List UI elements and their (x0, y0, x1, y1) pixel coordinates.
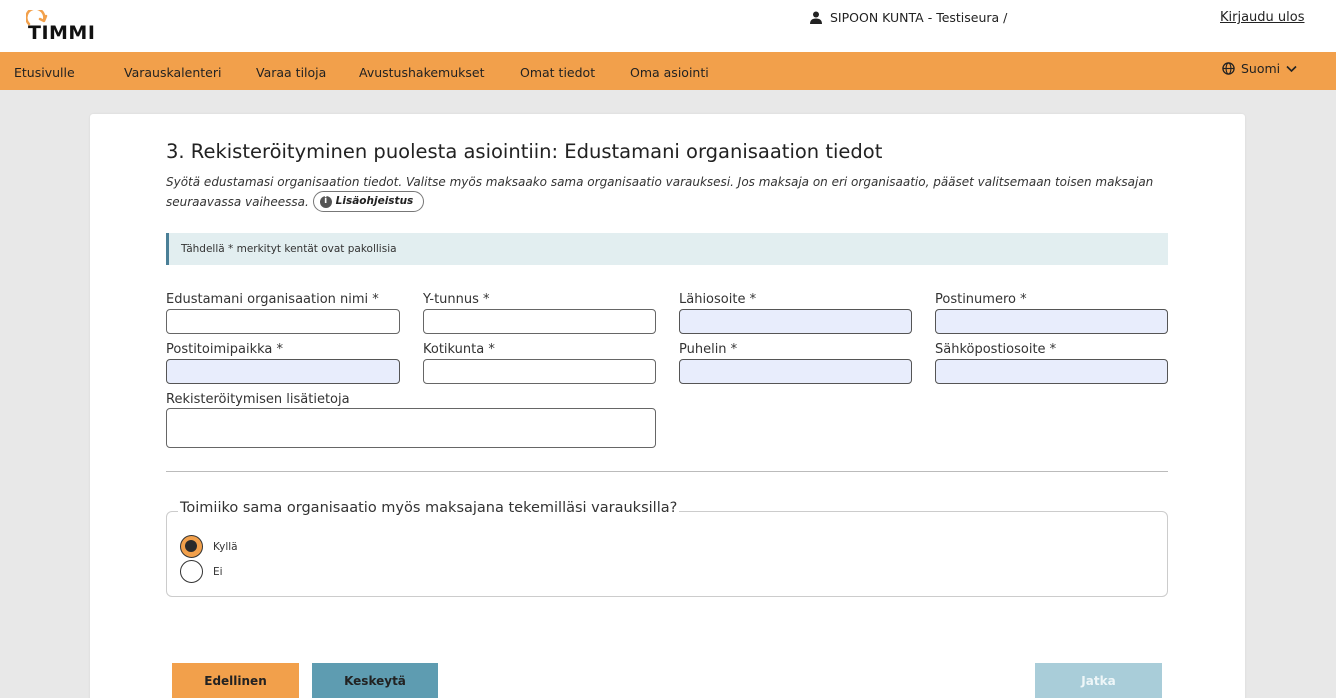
phone-input[interactable] (679, 359, 912, 384)
info-icon: i (319, 195, 332, 208)
street-address-label: Lähiosoite * (679, 292, 757, 307)
radio-no[interactable] (180, 560, 203, 583)
intro-text: Syötä edustamasi organisaation tiedot. V… (166, 173, 1166, 213)
postal-code-input[interactable] (935, 309, 1168, 334)
radio-yes-label: Kyllä (213, 540, 238, 553)
nav-item-home[interactable]: Etusivulle (14, 65, 75, 80)
main-navigation: Etusivulle Varauskalenteri Varaa tiloja … (0, 52, 1336, 90)
email-input[interactable] (935, 359, 1168, 384)
required-fields-notice: Tähdellä * merkityt kentät ovat pakollis… (166, 233, 1168, 265)
nav-item-calendar[interactable]: Varauskalenteri (124, 65, 221, 80)
payer-question: Toimiiko sama organisaatio myös maksajan… (178, 500, 680, 516)
help-button[interactable]: i Lisäohjeistus (312, 191, 425, 212)
business-id-input[interactable] (423, 309, 656, 334)
radio-no-label: Ei (213, 565, 223, 578)
help-button-label: Lisäohjeistus (335, 195, 414, 207)
logout-link[interactable]: Kirjaudu ulos (1220, 10, 1305, 25)
top-header: TIMMI SIPOON KUNTA - Testiseura / Kirjau… (0, 0, 1336, 52)
previous-button[interactable]: Edellinen (172, 663, 299, 698)
globe-icon (1222, 62, 1235, 75)
city-label: Postitoimipaikka * (166, 342, 284, 357)
nav-item-my-services[interactable]: Oma asiointi (630, 65, 709, 80)
registration-form-card: 3. Rekisteröityminen puolesta asiointiin… (90, 114, 1245, 698)
cancel-button[interactable]: Keskeytä (312, 663, 438, 698)
org-name-label: Edustamani organisaation nimi * (166, 292, 379, 307)
additional-info-textarea[interactable] (166, 408, 656, 448)
chevron-down-icon (1286, 65, 1297, 72)
user-icon (810, 11, 822, 24)
nav-item-grants[interactable]: Avustushakemukset (359, 65, 485, 80)
street-address-input[interactable] (679, 309, 912, 334)
language-selector[interactable]: Suomi (1222, 61, 1297, 76)
municipality-label: Kotikunta * (423, 342, 495, 357)
user-organization-label: SIPOON KUNTA - Testiseura / (830, 10, 1008, 25)
email-label: Sähköpostiosoite * (935, 342, 1057, 357)
municipality-input[interactable] (423, 359, 656, 384)
page-title: 3. Rekisteröityminen puolesta asiointiin… (166, 140, 883, 163)
additional-info-label: Rekisteröitymisen lisätietoja (166, 392, 350, 407)
city-input[interactable] (166, 359, 400, 384)
postal-code-label: Postinumero * (935, 292, 1027, 307)
language-label: Suomi (1241, 61, 1281, 76)
payer-option-no[interactable]: Ei (180, 560, 223, 583)
next-button[interactable]: Jatka (1035, 663, 1162, 698)
nav-item-my-info[interactable]: Omat tiedot (520, 65, 595, 80)
org-name-input[interactable] (166, 309, 400, 334)
phone-label: Puhelin * (679, 342, 738, 357)
nav-item-book-spaces[interactable]: Varaa tiloja (256, 65, 326, 80)
section-divider (166, 471, 1168, 472)
payer-fieldset (166, 511, 1168, 597)
business-id-label: Y-tunnus * (423, 292, 490, 307)
radio-yes[interactable] (180, 535, 203, 558)
timmi-logo[interactable]: TIMMI (26, 10, 98, 46)
user-info: SIPOON KUNTA - Testiseura / (810, 10, 1007, 25)
logo-text: TIMMI (28, 22, 96, 44)
payer-option-yes[interactable]: Kyllä (180, 535, 238, 558)
